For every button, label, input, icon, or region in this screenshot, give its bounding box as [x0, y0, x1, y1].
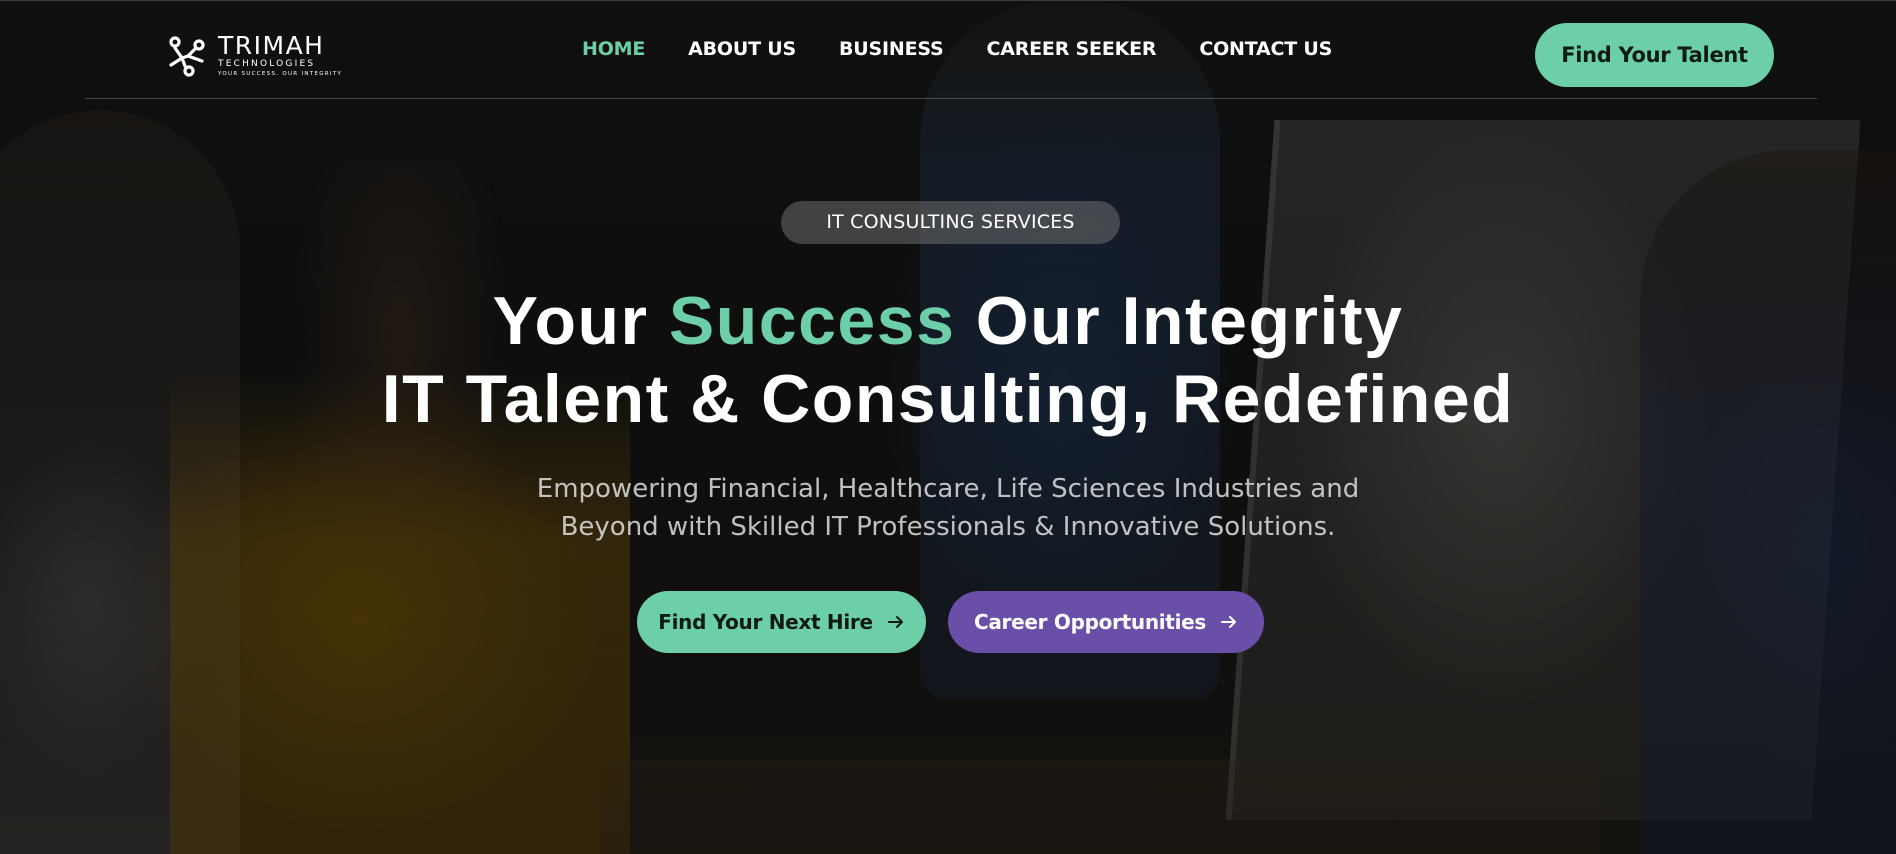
career-opportunities-button[interactable]: Career Opportunities	[948, 591, 1264, 653]
brand-tagline: YOUR SUCCESS. OUR INTEGRITY	[218, 70, 343, 77]
career-opportunities-label: Career Opportunities	[973, 610, 1206, 634]
background-person-right	[1640, 150, 1896, 854]
background-person-left	[0, 110, 240, 854]
brand-sub: TECHNOLOGIES	[218, 58, 316, 69]
headline-pre: Your	[492, 283, 669, 359]
find-next-hire-button[interactable]: Find Your Next Hire	[637, 591, 926, 653]
subtext-line2: Beyond with Skilled IT Professionals & I…	[560, 512, 1336, 542]
find-next-hire-label: Find Your Next Hire	[658, 610, 873, 634]
services-badge: IT CONSULTING SERVICES	[781, 201, 1120, 244]
header-divider	[85, 98, 1817, 99]
main-nav: HOME ABOUT US BUSINESS CAREER SEEKER CON…	[582, 38, 1332, 60]
trimah-logo-icon	[169, 36, 205, 77]
brand-wordmark: TRIMAH TECHNOLOGIES YOUR SUCCESS. OUR IN…	[218, 33, 342, 78]
brand-name: TRIMAH	[218, 30, 325, 60]
nav-contact-us[interactable]: CONTACT US	[1199, 38, 1332, 60]
nav-career-seeker[interactable]: CAREER SEEKER	[986, 38, 1156, 60]
hero-headline: Your Success Our Integrity IT Talent & C…	[0, 282, 1896, 438]
headline-line2: IT Talent & Consulting, Redefined	[381, 361, 1515, 437]
subtext-line1: Empowering Financial, Healthcare, Life S…	[536, 474, 1360, 504]
arrow-right-icon	[887, 616, 903, 628]
background-table	[600, 760, 1600, 854]
nav-home[interactable]: HOME	[582, 38, 645, 60]
brand-logo[interactable]: TRIMAH TECHNOLOGIES YOUR SUCCESS. OUR IN…	[162, 30, 342, 80]
hero-section: TRIMAH TECHNOLOGIES YOUR SUCCESS. OUR IN…	[0, 0, 1896, 854]
headline-accent: Success	[668, 283, 956, 359]
headline-post: Our Integrity	[955, 283, 1404, 359]
site-header: TRIMAH TECHNOLOGIES YOUR SUCCESS. OUR IN…	[0, 0, 1896, 98]
nav-business[interactable]: BUSINESS	[839, 38, 944, 60]
arrow-right-icon	[1221, 616, 1236, 628]
hero-subtext: Empowering Financial, Healthcare, Life S…	[448, 470, 1448, 546]
find-your-talent-button[interactable]: Find Your Talent	[1535, 23, 1774, 87]
nav-about-us[interactable]: ABOUT US	[688, 38, 796, 60]
